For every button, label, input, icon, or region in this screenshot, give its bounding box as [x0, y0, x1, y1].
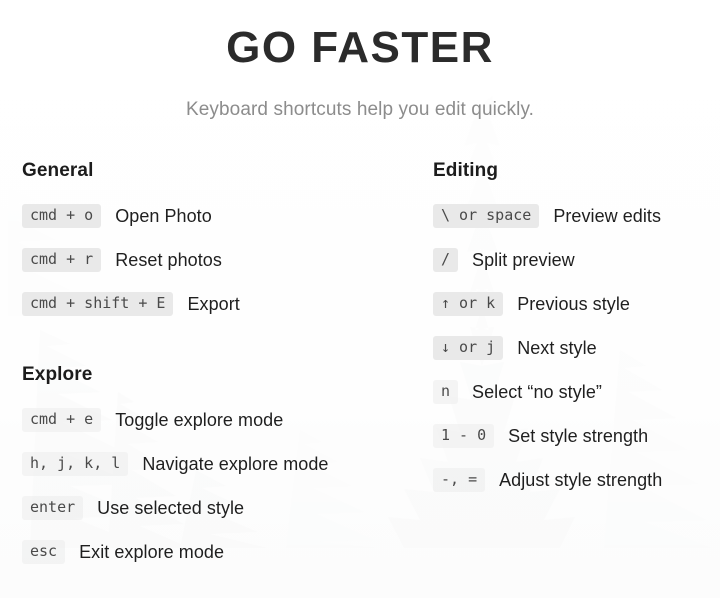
shortcut-row: \ or space Preview edits: [433, 194, 720, 238]
key-badge: cmd + shift + E: [22, 292, 174, 316]
shortcut-row: ↑ or k Previous style: [433, 282, 720, 326]
shortcut-action: Use selected style: [97, 497, 245, 518]
key-badge: \ or space: [433, 204, 540, 228]
key-badge: /: [433, 248, 459, 272]
shortcut-action: Reset photos: [115, 249, 222, 270]
shortcut-row: enter Use selected style: [22, 486, 422, 530]
key-badge: enter: [22, 496, 84, 520]
key-badge-arrow-up: ↑ or k: [433, 292, 504, 316]
shortcut-columns: General cmd + o Open Photo cmd + r Reset…: [0, 160, 720, 598]
shortcut-action: Export: [187, 293, 240, 314]
shortcut-row: / Split preview: [433, 238, 720, 282]
shortcut-action: Set style strength: [508, 425, 649, 446]
shortcut-action: Open Photo: [115, 205, 212, 226]
shortcut-row: cmd + e Toggle explore mode: [22, 398, 422, 442]
shortcut-row: -, = Adjust style strength: [433, 458, 720, 502]
shortcut-action: Exit explore mode: [79, 541, 225, 562]
key-badge: cmd + o: [22, 204, 102, 228]
shortcut-row: cmd + o Open Photo: [22, 194, 422, 238]
shortcut-action: Select “no style”: [472, 381, 602, 402]
shortcut-row: h, j, k, l Navigate explore mode: [22, 442, 422, 486]
section-heading: Editing: [433, 160, 499, 181]
shortcut-action: Split preview: [472, 249, 575, 270]
section-explore: Explore cmd + e Toggle explore mode h, j…: [22, 364, 422, 574]
section-editing: Editing \ or space Preview edits / Split…: [433, 160, 720, 502]
key-badge: n: [433, 380, 459, 404]
key-badge: 1 - 0: [433, 424, 495, 448]
key-badge: esc: [22, 540, 66, 564]
shortcut-action: Adjust style strength: [499, 469, 663, 490]
shortcut-list: cmd + o Open Photo cmd + r Reset photos …: [22, 194, 422, 326]
page-title: GO FASTER: [226, 23, 494, 72]
shortcut-row: n Select “no style”: [433, 370, 720, 414]
page-subtitle: Keyboard shortcuts help you edit quickly…: [185, 99, 535, 121]
key-badge: cmd + e: [22, 408, 102, 432]
key-badge: -, =: [433, 468, 486, 492]
shortcut-list: cmd + e Toggle explore mode h, j, k, l N…: [22, 398, 422, 574]
shortcut-action: Navigate explore mode: [142, 453, 329, 474]
section-heading: General: [22, 160, 94, 181]
shortcut-row: esc Exit explore mode: [22, 530, 422, 574]
hero-header: GO FASTER Keyboard shortcuts help you ed…: [0, 0, 720, 121]
shortcut-action: Next style: [517, 337, 597, 358]
left-column: General cmd + o Open Photo cmd + r Reset…: [22, 160, 422, 574]
shortcut-row: 1 - 0 Set style strength: [433, 414, 720, 458]
section-general: General cmd + o Open Photo cmd + r Reset…: [22, 160, 422, 326]
shortcut-list: \ or space Preview edits / Split preview…: [433, 194, 720, 502]
key-badge: h, j, k, l: [22, 452, 129, 476]
key-badge: cmd + r: [22, 248, 102, 272]
right-column: Editing \ or space Preview edits / Split…: [433, 160, 720, 502]
shortcut-row: cmd + shift + E Export: [22, 282, 422, 326]
section-heading: Explore: [22, 364, 93, 385]
shortcut-action: Previous style: [517, 293, 630, 314]
shortcut-row: ↓ or j Next style: [433, 326, 720, 370]
key-badge-arrow-down: ↓ or j: [433, 336, 504, 360]
shortcut-row: cmd + r Reset photos: [22, 238, 422, 282]
shortcuts-cheatsheet-page: GO FASTER Keyboard shortcuts help you ed…: [0, 0, 720, 598]
shortcut-action: Toggle explore mode: [115, 409, 284, 430]
shortcut-action: Preview edits: [553, 205, 662, 226]
